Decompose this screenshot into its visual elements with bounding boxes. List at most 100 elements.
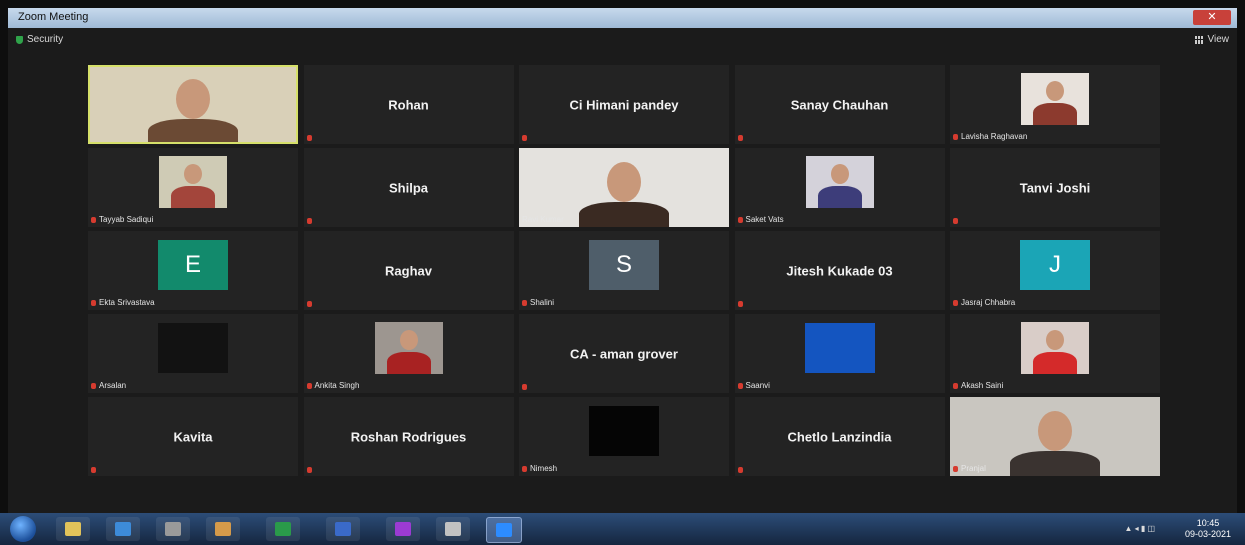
close-button[interactable]: ✕ [1193, 10, 1231, 25]
participant-tile[interactable]: S Shalini [519, 231, 729, 310]
participant-name: Ravi Kumar [522, 215, 564, 224]
person-body [148, 119, 238, 144]
muted-mic-icon [306, 218, 312, 224]
participant-tile[interactable]: Arsalan [88, 314, 298, 393]
participant-name: Nimesh [530, 464, 558, 473]
taskbar-button[interactable] [106, 517, 140, 541]
participant-label: Pranjal [953, 464, 986, 473]
participant-label: Ankita Singh [306, 381, 360, 390]
person-head [1046, 81, 1064, 101]
windows-taskbar: ▲ ◂ ▮ ◫ 10:45 09-03-2021 [0, 513, 1245, 545]
person-body [817, 186, 862, 208]
photos-icon [215, 522, 231, 536]
muted-mic-icon [953, 299, 958, 306]
video-off-placeholder [804, 323, 875, 373]
participant-video [1021, 73, 1089, 125]
participant-tile[interactable]: Tanvi Joshi [950, 148, 1160, 227]
security-label: Security [27, 34, 64, 45]
person-head [1046, 330, 1064, 350]
security-button[interactable]: Security [16, 34, 63, 45]
participant-label [737, 301, 743, 307]
word-icon [335, 522, 351, 536]
participant-name: Saanvi [745, 381, 770, 390]
view-label: View [1207, 34, 1230, 45]
muted-mic-icon [91, 216, 96, 223]
muted-mic-icon [306, 135, 312, 141]
muted-mic-icon [953, 465, 958, 472]
participant-tile[interactable]: Ci Himani pandey [519, 65, 729, 144]
zoom-icon [496, 523, 512, 537]
muted-mic-icon [91, 299, 96, 306]
participant-display-name: CA - aman grover [570, 346, 678, 361]
participant-avatar: E [158, 240, 228, 290]
start-button[interactable] [10, 516, 36, 542]
participant-tile[interactable]: Ankita Singh [303, 314, 514, 393]
participant-tile[interactable]: Rohan [303, 65, 514, 144]
muted-mic-icon [522, 135, 527, 141]
taskbar-button[interactable] [206, 517, 240, 541]
participant-tile[interactable]: Shilpa [303, 148, 514, 227]
person-body [1010, 451, 1100, 476]
participant-display-name: Sanay Chauhan [790, 97, 889, 112]
participant-tile[interactable]: CA - aman grover [519, 314, 729, 393]
person-body [579, 202, 669, 227]
participant-tile[interactable]: Kavita [88, 397, 298, 476]
participant-tile[interactable]: Raghav [303, 231, 514, 310]
participant-label [953, 218, 958, 224]
taskbar-button[interactable] [386, 517, 420, 541]
participant-tile[interactable]: Saket Vats [734, 148, 945, 227]
taskbar-button[interactable] [486, 517, 522, 543]
participant-name: Akash Saini [961, 381, 1004, 390]
participant-tile[interactable]: Saanvi [734, 314, 945, 393]
video-off-placeholder [158, 323, 228, 373]
muted-mic-icon [522, 299, 527, 306]
muted-mic-icon [522, 384, 527, 390]
participant-tile[interactable]: Pranjal [950, 397, 1160, 476]
person-body [386, 352, 431, 374]
participant-label [306, 135, 312, 141]
system-tray[interactable]: ▲ ◂ ▮ ◫ [1124, 524, 1155, 533]
person-body [171, 186, 215, 208]
participant-tile[interactable]: Lavisha Raghavan [950, 65, 1160, 144]
participant-label [522, 384, 527, 390]
taskbar-button[interactable] [56, 517, 90, 541]
muted-mic-icon [953, 218, 958, 224]
taskbar-button[interactable] [326, 517, 360, 541]
participant-display-name: Shilpa [388, 180, 428, 195]
participant-tile[interactable]: E Ekta Srivastava [88, 231, 298, 310]
participant-tile[interactable]: Chetlo Lanzindia [734, 397, 945, 476]
meeting-window: Security View Rohan Ci Himani pandey Sanay… [8, 28, 1237, 513]
taskbar-button[interactable] [436, 517, 470, 541]
muted-mic-icon [91, 382, 96, 389]
participant-tile[interactable]: Sanay Chauhan [734, 65, 945, 144]
participant-name: Ekta Srivastava [99, 298, 155, 307]
participant-tile[interactable]: Tayyab Sadiqui [88, 148, 298, 227]
participant-label: Ravi Kumar [522, 215, 564, 224]
participant-display-name: Chetlo Lanzindia [787, 429, 892, 444]
participant-tile[interactable]: Akash Saini [950, 314, 1160, 393]
taskbar-button[interactable] [266, 517, 300, 541]
participant-label [737, 467, 743, 473]
participant-tile[interactable] [88, 65, 298, 144]
participant-name: Jasraj Chhabra [961, 298, 1016, 307]
participant-tile[interactable]: Ravi Kumar [519, 148, 729, 227]
participant-display-name: Kavita [173, 429, 213, 444]
person-body [1033, 352, 1077, 374]
participant-name: Ankita Singh [314, 381, 360, 390]
participant-tile[interactable]: J Jasraj Chhabra [950, 231, 1160, 310]
participant-name: Pranjal [961, 464, 986, 473]
taskbar-button[interactable] [156, 517, 190, 541]
onenote-icon [395, 522, 411, 536]
participant-tile[interactable]: Roshan Rodrigues [303, 397, 514, 476]
participant-display-name: Raghav [385, 263, 432, 278]
muted-mic-icon [91, 467, 96, 473]
participant-tile[interactable]: Nimesh [519, 397, 729, 476]
participant-name: Arsalan [99, 381, 127, 390]
participant-label [306, 218, 312, 224]
participant-tile[interactable]: Jitesh Kukade 03 [734, 231, 945, 310]
view-button[interactable]: View [1194, 34, 1230, 45]
participant-name: Shalini [530, 298, 555, 307]
clock: 10:45 09-03-2021 [1185, 518, 1231, 540]
participant-name: Lavisha Raghavan [961, 132, 1028, 141]
grid-view-icon [1194, 35, 1204, 44]
